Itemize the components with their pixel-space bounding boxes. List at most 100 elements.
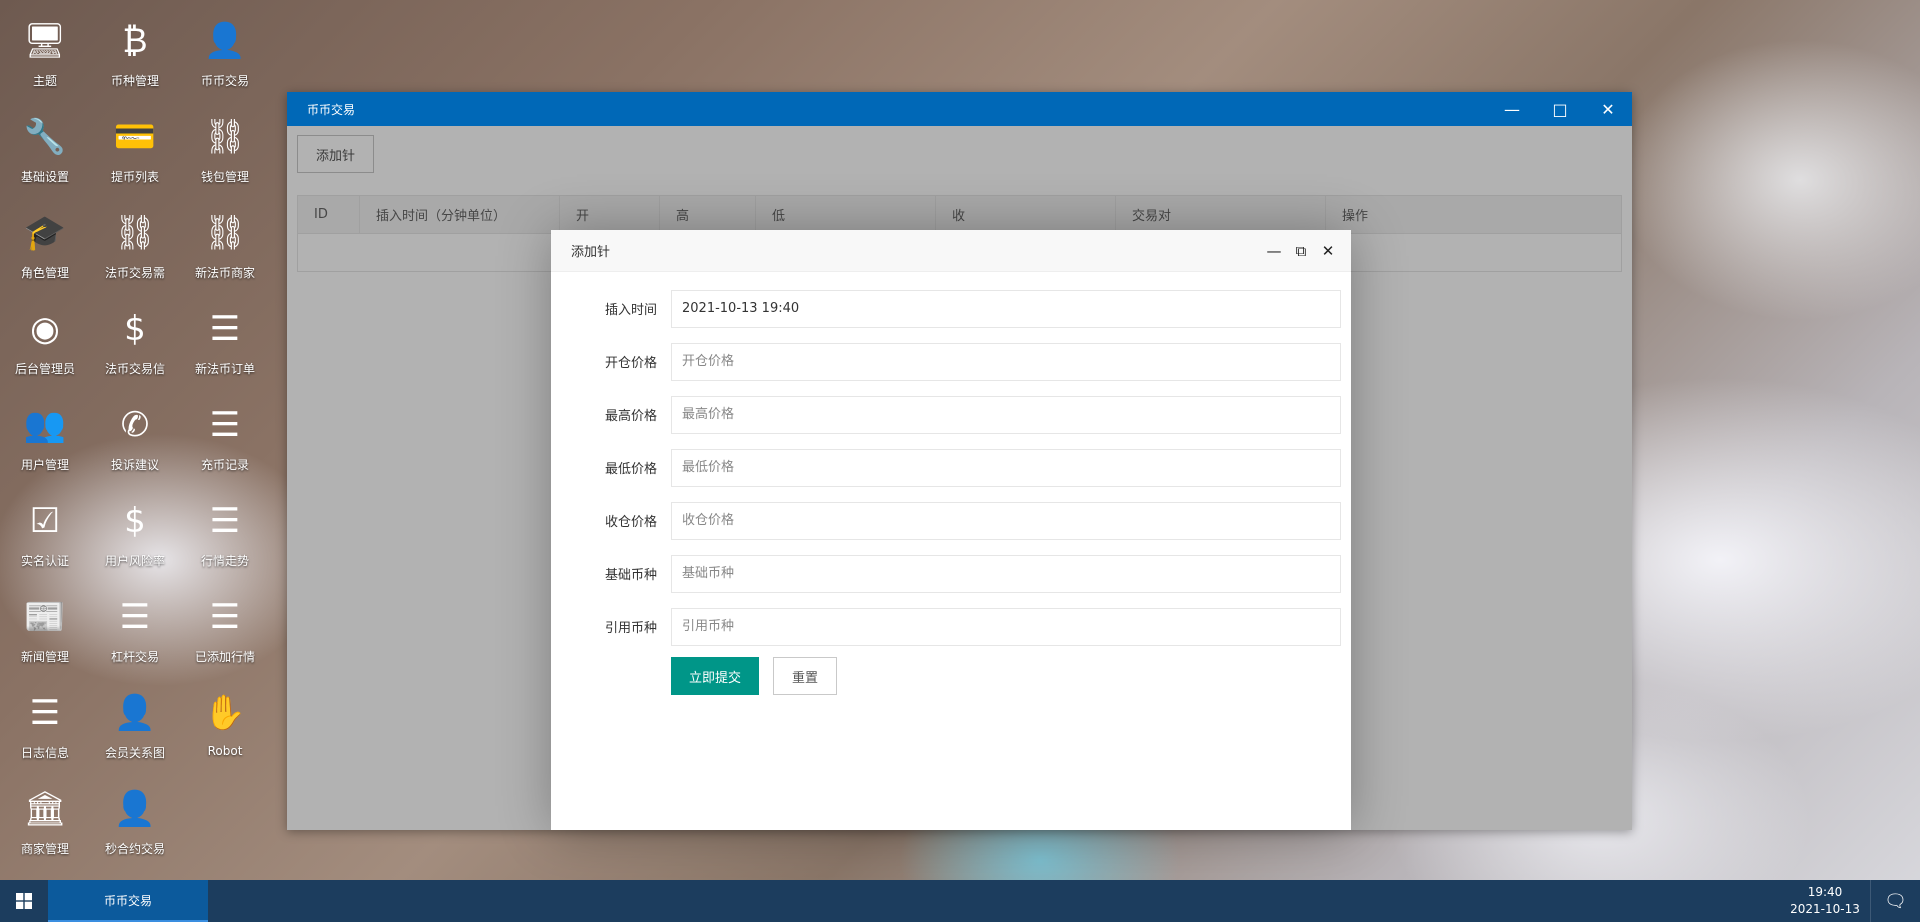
desktop-icon-label: 用户管理 — [20, 458, 69, 472]
desktop-icon-label: 会员关系图 — [104, 746, 165, 760]
base-currency-input[interactable] — [671, 554, 1341, 593]
clock-date: 2021-10-13 — [1790, 902, 1860, 916]
desktop-icon-label: 法币交易需 — [104, 266, 165, 280]
add-pin-dialog: 添加针 — ⧉ ✕ 插入时间 开仓价格 最高价格 最低价格 收仓价格 基础币种 — [551, 230, 1351, 830]
desktop-icon-coin-trade[interactable]: 👤 币币交易 — [180, 18, 270, 114]
link-icon: ⛓ — [203, 213, 247, 253]
user-plus-icon: 👤 — [113, 789, 157, 829]
notification-icon[interactable]: 🗨 — [1870, 880, 1920, 922]
desktop-icon-risk-rate[interactable]: $ 用户风险率 — [90, 498, 180, 594]
form-row-close-price: 收仓价格 — [551, 494, 1351, 547]
taskbar-clock[interactable]: 19:40 2021-10-13 — [1780, 884, 1870, 918]
taskbar: 币币交易 19:40 2021-10-13 🗨 — [0, 880, 1920, 922]
insert-time-label: 插入时间 — [604, 303, 657, 318]
window-titlebar[interactable]: 币币交易 — □ ✕ — [287, 92, 1632, 126]
close-icon[interactable]: ✕ — [1315, 238, 1341, 264]
phone-icon: ✆ — [120, 405, 150, 445]
user-plus-icon: 👤 — [203, 21, 247, 61]
dialog-header[interactable]: 添加针 — ⧉ ✕ — [551, 230, 1351, 272]
high-price-input[interactable] — [671, 395, 1341, 434]
desktop-icon-label: 法币交易信 — [104, 362, 165, 376]
desktop-icon-label: 提币列表 — [110, 170, 159, 184]
insert-time-input[interactable] — [671, 289, 1341, 328]
taskbar-item-coin-trade[interactable]: 币币交易 — [48, 880, 208, 922]
desktop-icon-fiat-merchant[interactable]: ⛓ 新法币商家 — [180, 210, 270, 306]
form-row-low-price: 最低价格 — [551, 441, 1351, 494]
link-icon: ⛓ — [113, 213, 157, 253]
desktop-icon-added-market[interactable]: ☰ 已添加行情 — [180, 594, 270, 690]
desktop-icon-label: 投诉建议 — [110, 458, 159, 472]
low-price-label: 最低价格 — [604, 462, 657, 477]
desktop-icon-roles[interactable]: 🎓 角色管理 — [0, 210, 90, 306]
desktop-icon-market-trend[interactable]: ☰ 行情走势 — [180, 498, 270, 594]
desktop-icon-label: 币币交易 — [200, 74, 249, 88]
desktop-icon-label: 基础设置 — [20, 170, 69, 184]
desktop-icon-logs[interactable]: ☰ 日志信息 — [0, 690, 90, 786]
window-title: 币币交易 — [307, 102, 356, 117]
low-price-input[interactable] — [671, 448, 1341, 487]
list-icon: ☰ — [209, 501, 241, 541]
desktop-icon-fiat-demand[interactable]: ⛓ 法币交易需 — [90, 210, 180, 306]
desktop-icon-merchants[interactable]: 🏛 商家管理 — [0, 786, 90, 882]
desktop-icon-news[interactable]: 📰 新闻管理 — [0, 594, 90, 690]
desktop-icon-fiat-orders[interactable]: ☰ 新法币订单 — [180, 306, 270, 402]
graduation-cap-icon: 🎓 — [23, 213, 67, 253]
desktop-icon-label: 主题 — [32, 74, 57, 88]
desktop-icon-label: 秒合约交易 — [104, 842, 165, 856]
users-icon: 👥 — [23, 405, 67, 445]
desktop-icon-complaints[interactable]: ✆ 投诉建议 — [90, 402, 180, 498]
quote-currency-label: 引用币种 — [604, 621, 657, 636]
dialog-title: 添加针 — [571, 245, 611, 260]
desktop-icon-label: 角色管理 — [20, 266, 69, 280]
desktop-icon-deposits[interactable]: ☰ 充币记录 — [180, 402, 270, 498]
desktop-icon-label: 后台管理员 — [14, 362, 75, 376]
form-actions: 立即提交 重置 — [551, 657, 1351, 695]
minimize-icon[interactable]: — — [1488, 92, 1536, 126]
user-circle-icon: ◉ — [30, 309, 60, 349]
desktop-icon-label: 币种管理 — [110, 74, 159, 88]
high-price-label: 最高价格 — [604, 409, 657, 424]
close-icon[interactable]: ✕ — [1584, 92, 1632, 126]
desktop-icon-users[interactable]: 👥 用户管理 — [0, 402, 90, 498]
desktop-icon-leverage[interactable]: ☰ 杠杆交易 — [90, 594, 180, 690]
desktop-icon-label: 用户风险率 — [104, 554, 165, 568]
desktop-icon-label: 实名认证 — [20, 554, 69, 568]
list-icon: ☰ — [209, 309, 241, 349]
link-icon: ⛓ — [203, 117, 247, 157]
base-currency-label: 基础币种 — [604, 568, 657, 583]
desktop-icon-theme[interactable]: 🖥 主题 — [0, 18, 90, 114]
desktop-icon-coin-manage[interactable]: ₿ 币种管理 — [90, 18, 180, 114]
desktop-icon-robot[interactable]: ✋ Robot — [180, 690, 270, 786]
quote-currency-input[interactable] — [671, 607, 1341, 646]
desktop-icon-label: 充币记录 — [200, 458, 249, 472]
reset-button[interactable]: 重置 — [773, 657, 838, 695]
open-price-input[interactable] — [671, 342, 1341, 381]
submit-button[interactable]: 立即提交 — [671, 657, 760, 695]
close-price-input[interactable] — [671, 501, 1341, 540]
form-row-open-price: 开仓价格 — [551, 335, 1351, 388]
desktop-icon-fiat-info[interactable]: $ 法币交易信 — [90, 306, 180, 402]
desktop-icon-label: 杠杆交易 — [110, 650, 159, 664]
desktop-icon-withdraw-list[interactable]: 💳 提币列表 — [90, 114, 180, 210]
desktop-icon-kyc[interactable]: ☑ 实名认证 — [0, 498, 90, 594]
bank-icon: 🏛 — [23, 789, 67, 829]
form-row-base-currency: 基础币种 — [551, 547, 1351, 600]
desktop-icon-admins[interactable]: ◉ 后台管理员 — [0, 306, 90, 402]
maximize-icon[interactable]: □ — [1536, 92, 1584, 126]
desktop-icon-member-graph[interactable]: 👤 会员关系图 — [90, 690, 180, 786]
desktop-icon-label: Robot — [207, 744, 243, 758]
hand-icon: ✋ — [203, 693, 247, 733]
desktop-icon-wallet[interactable]: ⛓ 钱包管理 — [180, 114, 270, 210]
desktop-icon-basic-settings[interactable]: 🔧 基础设置 — [0, 114, 90, 210]
form-row-quote-currency: 引用币种 — [551, 600, 1351, 653]
list-icon: ☰ — [29, 693, 61, 733]
desktop-icon-label: 新闻管理 — [20, 650, 69, 664]
minimize-icon[interactable]: — — [1261, 238, 1287, 264]
desktop-icon-second-contract[interactable]: 👤 秒合约交易 — [90, 786, 180, 882]
windows-start-icon[interactable] — [0, 880, 48, 922]
form-row-insert-time: 插入时间 — [551, 282, 1351, 335]
desktop-icon-label: 日志信息 — [20, 746, 69, 760]
add-pin-form: 插入时间 开仓价格 最高价格 最低价格 收仓价格 基础币种 引用币种 立即提交 — [551, 272, 1351, 695]
maximize-icon[interactable]: ⧉ — [1288, 238, 1314, 264]
list-icon: ☰ — [209, 597, 241, 637]
